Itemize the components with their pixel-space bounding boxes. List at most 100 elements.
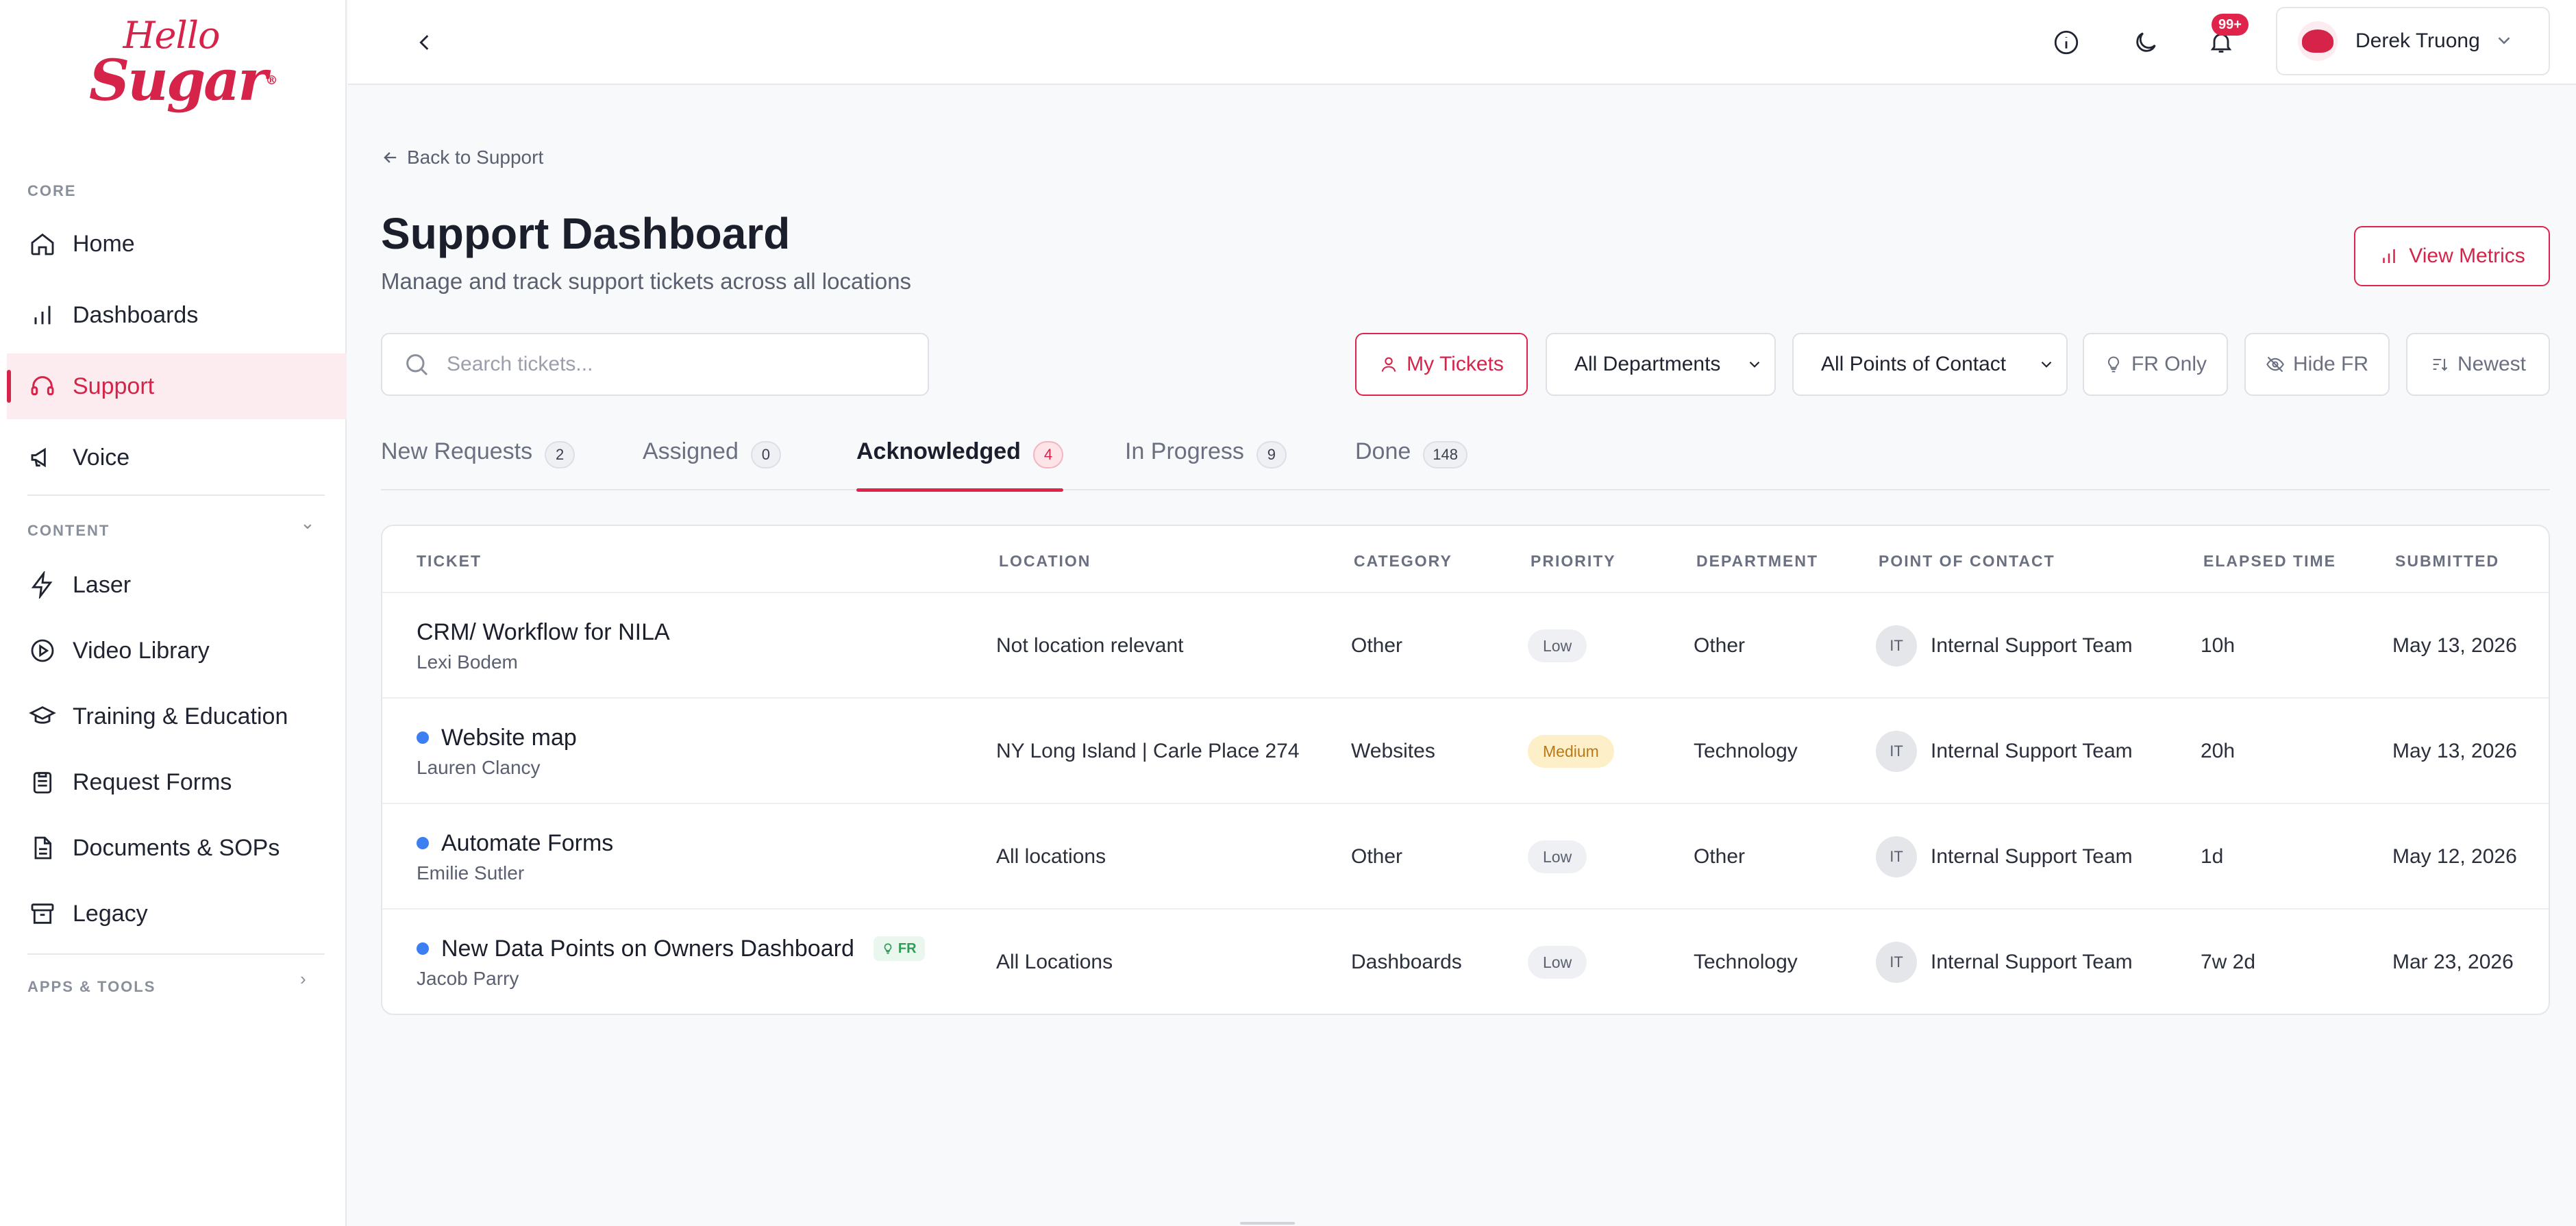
priority-cell: Low <box>1528 804 1587 910</box>
ticket-title-line: Automate Forms <box>417 830 613 857</box>
eye-off-icon <box>2266 356 2284 373</box>
submitted-cell: May 13, 2026 <box>2392 740 2517 762</box>
hide-fr-label: Hide FR <box>2292 353 2369 375</box>
priority-badge: Low <box>1528 946 1587 979</box>
info-icon[interactable] <box>2047 23 2085 62</box>
hide-fr-button[interactable]: Hide FR <box>2244 333 2390 396</box>
view-metrics-button[interactable]: View Metrics <box>2354 226 2550 286</box>
sidebar-item-home[interactable]: Home <box>7 211 347 277</box>
section-content-label: CONTENT <box>27 522 110 539</box>
view-metrics-label: View Metrics <box>2409 245 2525 267</box>
page-title: Support Dashboard <box>381 209 791 258</box>
priority-badge: Low <box>1528 840 1587 873</box>
department-cell: Other <box>1694 845 1746 868</box>
tab-label: In Progress <box>1125 438 1244 464</box>
point-of-contact-name: Internal Support Team <box>1931 634 2133 657</box>
sidebar-item-voice[interactable]: Voice <box>7 425 347 490</box>
ticket-cell: Website map Lauren Clancy <box>417 699 577 804</box>
table-row[interactable]: New Data Points on Owners Dashboard FR Jac… <box>382 910 2549 1014</box>
bar-chart-icon <box>2383 249 2395 263</box>
my-tickets-label: My Tickets <box>1407 353 1504 375</box>
tab-count: 4 <box>1032 441 1063 468</box>
lightning-icon <box>27 570 58 600</box>
tab-label: Done <box>1355 438 1411 464</box>
sidebar-item-legacy[interactable]: Legacy <box>7 881 347 947</box>
sidebar-item-support[interactable]: Support <box>7 353 347 419</box>
topbar <box>348 0 2576 85</box>
fr-badge: FR <box>873 936 925 961</box>
chevron-down-icon[interactable]: ⌄ <box>300 512 315 534</box>
column-header-elapsed-time: ELAPSED TIME <box>2203 552 2336 570</box>
sidebar-item-documents[interactable]: Documents & SOPs <box>7 815 347 881</box>
department-cell: Technology <box>1694 740 1798 762</box>
ticket-cell: Automate Forms Emilie Sutler <box>417 804 613 910</box>
ticket-title[interactable]: CRM/ Workflow for NILA <box>417 619 670 646</box>
tab-in-progress[interactable]: In Progress 9 <box>1125 431 1287 490</box>
tab-done[interactable]: Done 148 <box>1355 431 1467 490</box>
location-cell: All Locations <box>996 951 1113 973</box>
column-header-ticket: TICKET <box>417 552 482 570</box>
sort-icon <box>2433 358 2448 371</box>
departments-select[interactable]: All Departments <box>1546 333 1776 396</box>
elapsed-cell: 7w 2d <box>2201 951 2256 973</box>
sidebar-item-label: Legacy <box>73 900 148 927</box>
priority-badge: Low <box>1528 629 1587 662</box>
point-of-contact-cell: IT Internal Support Team <box>1876 910 2133 1014</box>
tab-label: New Requests <box>381 438 533 464</box>
ticket-title[interactable]: Website map <box>441 725 577 751</box>
point-of-contact-cell: IT Internal Support Team <box>1876 699 2133 804</box>
search-icon <box>406 354 428 376</box>
tickets-table: TICKET LOCATION CATEGORY PRIORITY DEPART… <box>381 525 2550 1015</box>
home-icon <box>27 229 58 259</box>
sidebar-divider <box>27 495 325 496</box>
sort-newest-button[interactable]: Newest <box>2406 333 2550 396</box>
column-header-department: DEPARTMENT <box>1696 552 1819 570</box>
back-link-label: Back to Support <box>407 147 544 168</box>
sidebar-divider <box>27 953 325 955</box>
priority-cell: Medium <box>1528 699 1614 804</box>
chevron-down-icon <box>2494 30 2514 54</box>
ticket-author: Lexi Bodem <box>417 651 518 673</box>
archive-icon <box>27 899 58 929</box>
hello-sugar-logo[interactable]: Hello Sugar® <box>89 16 278 114</box>
search-box[interactable] <box>381 333 929 396</box>
scroll-indicator[interactable] <box>1240 1222 1295 1225</box>
fr-only-label: FR Only <box>2131 353 2207 375</box>
sidebar-item-video-library[interactable]: Video Library <box>7 618 347 684</box>
search-input[interactable] <box>447 353 899 376</box>
back-to-support-link[interactable]: Back to Support <box>381 147 543 168</box>
logo-line2: Sugar® <box>89 48 278 114</box>
table-row[interactable]: CRM/ Workflow for NILA Lexi Bodem Not loca… <box>382 593 2549 699</box>
points-of-contact-select[interactable]: All Points of Contact <box>1792 333 2068 396</box>
tab-new-requests[interactable]: New Requests 2 <box>381 431 575 490</box>
arrow-left-icon <box>384 152 397 163</box>
moon-icon[interactable] <box>2127 23 2165 62</box>
user-menu[interactable]: Derek Truong <box>2276 7 2550 75</box>
tab-acknowledged[interactable]: Acknowledged 4 <box>856 431 1063 492</box>
fr-only-button[interactable]: FR Only <box>2083 333 2228 396</box>
sidebar-item-request-forms[interactable]: Request Forms <box>7 749 347 815</box>
bar-chart-icon <box>27 300 58 330</box>
sidebar-item-training[interactable]: Training & Education <box>7 684 347 749</box>
sidebar-item-dashboards[interactable]: Dashboards <box>7 282 347 348</box>
column-header-location: LOCATION <box>999 552 1091 570</box>
collapse-sidebar-chevron-icon[interactable] <box>408 26 441 59</box>
tab-count: 9 <box>1256 441 1287 468</box>
my-tickets-button[interactable]: My Tickets <box>1355 333 1528 396</box>
tab-assigned[interactable]: Assigned 0 <box>643 431 781 490</box>
ticket-title[interactable]: New Data Points on Owners Dashboard <box>441 936 854 962</box>
table-row[interactable]: Automate Forms Emilie Sutler All locations… <box>382 804 2549 910</box>
sidebar-item-laser[interactable]: Laser <box>7 552 347 618</box>
table-row[interactable]: Website map Lauren Clancy NY Long Island |… <box>382 699 2549 804</box>
chevron-right-icon[interactable]: › <box>300 968 306 990</box>
priority-cell: Low <box>1528 910 1587 1014</box>
location-cell: All locations <box>996 845 1106 868</box>
page-subtitle: Manage and track support tickets across … <box>381 268 912 294</box>
ticket-title[interactable]: Automate Forms <box>441 830 613 857</box>
departments-select-value: All Departments <box>1574 353 1721 375</box>
user-name: Derek Truong <box>2355 29 2480 52</box>
chevron-down-icon <box>2041 361 2052 368</box>
avatar: IT <box>1876 625 1917 666</box>
sidebar-item-label: Training & Education <box>73 703 288 729</box>
submitted-cell: Mar 23, 2026 <box>2392 951 2514 973</box>
